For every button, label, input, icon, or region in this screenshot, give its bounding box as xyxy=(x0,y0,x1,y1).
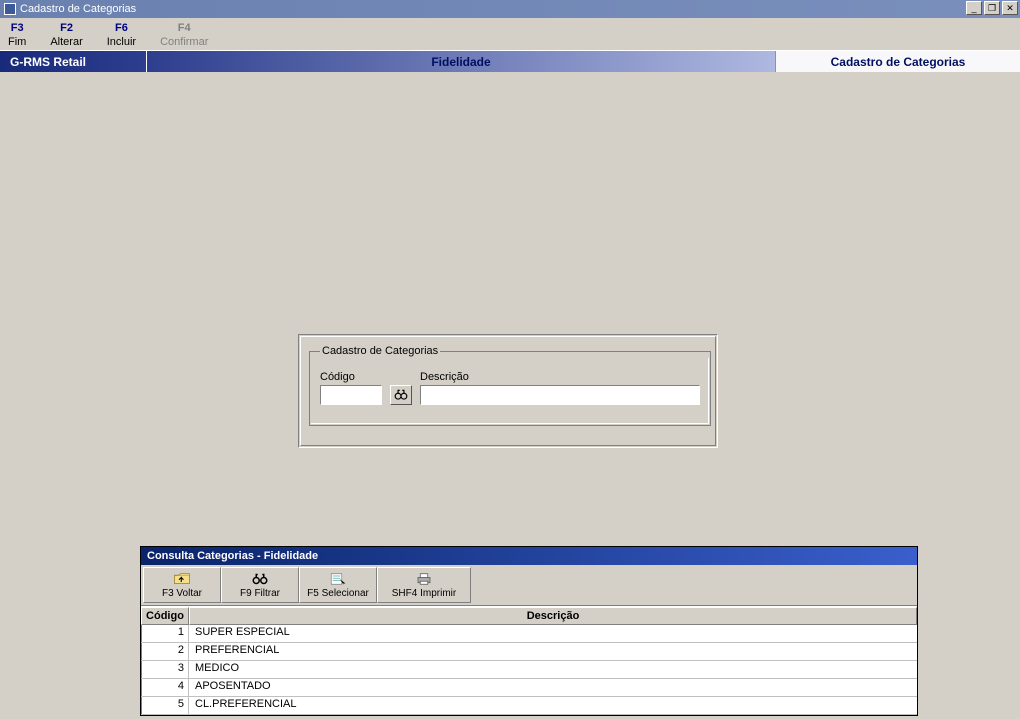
cell-descricao: APOSENTADO xyxy=(189,679,917,696)
toolbar-voltar[interactable]: F3 Voltar xyxy=(143,567,221,603)
select-icon xyxy=(329,572,347,586)
table-row[interactable]: 3 MEDICO xyxy=(141,661,917,679)
column-header-codigo[interactable]: Código xyxy=(141,607,189,625)
cadastro-panel: Cadastro de Categorias Código xyxy=(298,334,718,448)
header-app-name: G-RMS Retail xyxy=(0,51,147,72)
table-row[interactable]: 4 APOSENTADO xyxy=(141,679,917,697)
binoculars-icon xyxy=(394,388,408,402)
cell-descricao: MEDICO xyxy=(189,661,917,678)
table-row[interactable]: 5 CL.PREFERENCIAL xyxy=(141,697,917,715)
printer-icon xyxy=(415,572,433,586)
fkey-confirmar: F4 Confirmar xyxy=(160,22,208,48)
fkey-incluir[interactable]: F6 Incluir xyxy=(107,22,136,48)
cell-codigo: 5 xyxy=(141,697,189,714)
toolbar-label: F3 Voltar xyxy=(162,588,202,599)
grid-body: 1 SUPER ESPECIAL 2 PREFERENCIAL 3 MEDICO… xyxy=(141,625,917,715)
cell-descricao: PREFERENCIAL xyxy=(189,643,917,660)
close-button[interactable]: ✕ xyxy=(1002,1,1018,15)
column-header-descricao[interactable]: Descrição xyxy=(189,607,917,625)
cell-codigo: 1 xyxy=(141,625,189,642)
descricao-label: Descrição xyxy=(420,371,700,383)
window-title: Cadastro de Categorias xyxy=(20,3,136,15)
fkey-fim[interactable]: F3 Fim xyxy=(8,22,26,48)
restore-button[interactable]: ❐ xyxy=(984,1,1000,15)
workspace: Cadastro de Categorias Código xyxy=(0,72,1020,705)
fkey-label: Incluir xyxy=(107,36,136,48)
consulta-toolbar: F3 Voltar F9 Filtrar F5 Selecionar xyxy=(141,565,917,606)
toolbar-selecionar[interactable]: F5 Selecionar xyxy=(299,567,377,603)
fkey-key: F6 xyxy=(107,22,136,34)
toolbar-label: SHF4 Imprimir xyxy=(392,588,456,599)
folder-up-icon xyxy=(173,572,191,586)
fkey-key: F3 xyxy=(8,22,26,34)
app-icon xyxy=(4,3,16,15)
cell-codigo: 4 xyxy=(141,679,189,696)
grid-header: Código Descrição xyxy=(141,607,917,625)
fkey-toolbar: F3 Fim F2 Alterar F6 Incluir F4 Confirma… xyxy=(0,18,1020,50)
header-screen-name: Cadastro de Categorias xyxy=(775,51,1020,72)
fkey-label: Fim xyxy=(8,36,26,48)
consulta-grid: Código Descrição 1 SUPER ESPECIAL 2 PREF… xyxy=(141,606,917,715)
window-titlebar: Cadastro de Categorias _ ❐ ✕ xyxy=(0,0,1020,18)
toolbar-label: F5 Selecionar xyxy=(307,588,369,599)
fkey-key: F4 xyxy=(160,22,208,34)
codigo-label: Código xyxy=(320,371,382,383)
cadastro-fieldset: Cadastro de Categorias Código xyxy=(309,345,711,426)
cell-descricao: SUPER ESPECIAL xyxy=(189,625,917,642)
table-row[interactable]: 1 SUPER ESPECIAL xyxy=(141,625,917,643)
cell-codigo: 2 xyxy=(141,643,189,660)
fkey-label: Alterar xyxy=(50,36,82,48)
consulta-title: Consulta Categorias - Fidelidade xyxy=(141,547,917,565)
toolbar-label: F9 Filtrar xyxy=(240,588,280,599)
search-button[interactable] xyxy=(390,385,412,405)
cell-codigo: 3 xyxy=(141,661,189,678)
header-strip: G-RMS Retail Fidelidade Cadastro de Cate… xyxy=(0,50,1020,72)
fieldset-legend: Cadastro de Categorias xyxy=(320,345,440,357)
codigo-input[interactable] xyxy=(320,385,382,405)
cell-descricao: CL.PREFERENCIAL xyxy=(189,697,917,714)
table-row[interactable]: 2 PREFERENCIAL xyxy=(141,643,917,661)
fkey-alterar[interactable]: F2 Alterar xyxy=(50,22,82,48)
header-module-name: Fidelidade xyxy=(147,51,775,72)
fkey-key: F2 xyxy=(50,22,82,34)
minimize-button[interactable]: _ xyxy=(966,1,982,15)
binoculars-icon xyxy=(251,572,269,586)
descricao-input[interactable] xyxy=(420,385,700,405)
fkey-label: Confirmar xyxy=(160,36,208,48)
toolbar-filtrar[interactable]: F9 Filtrar xyxy=(221,567,299,603)
toolbar-imprimir[interactable]: SHF4 Imprimir xyxy=(377,567,471,603)
consulta-window: Consulta Categorias - Fidelidade F3 Volt… xyxy=(140,546,918,716)
